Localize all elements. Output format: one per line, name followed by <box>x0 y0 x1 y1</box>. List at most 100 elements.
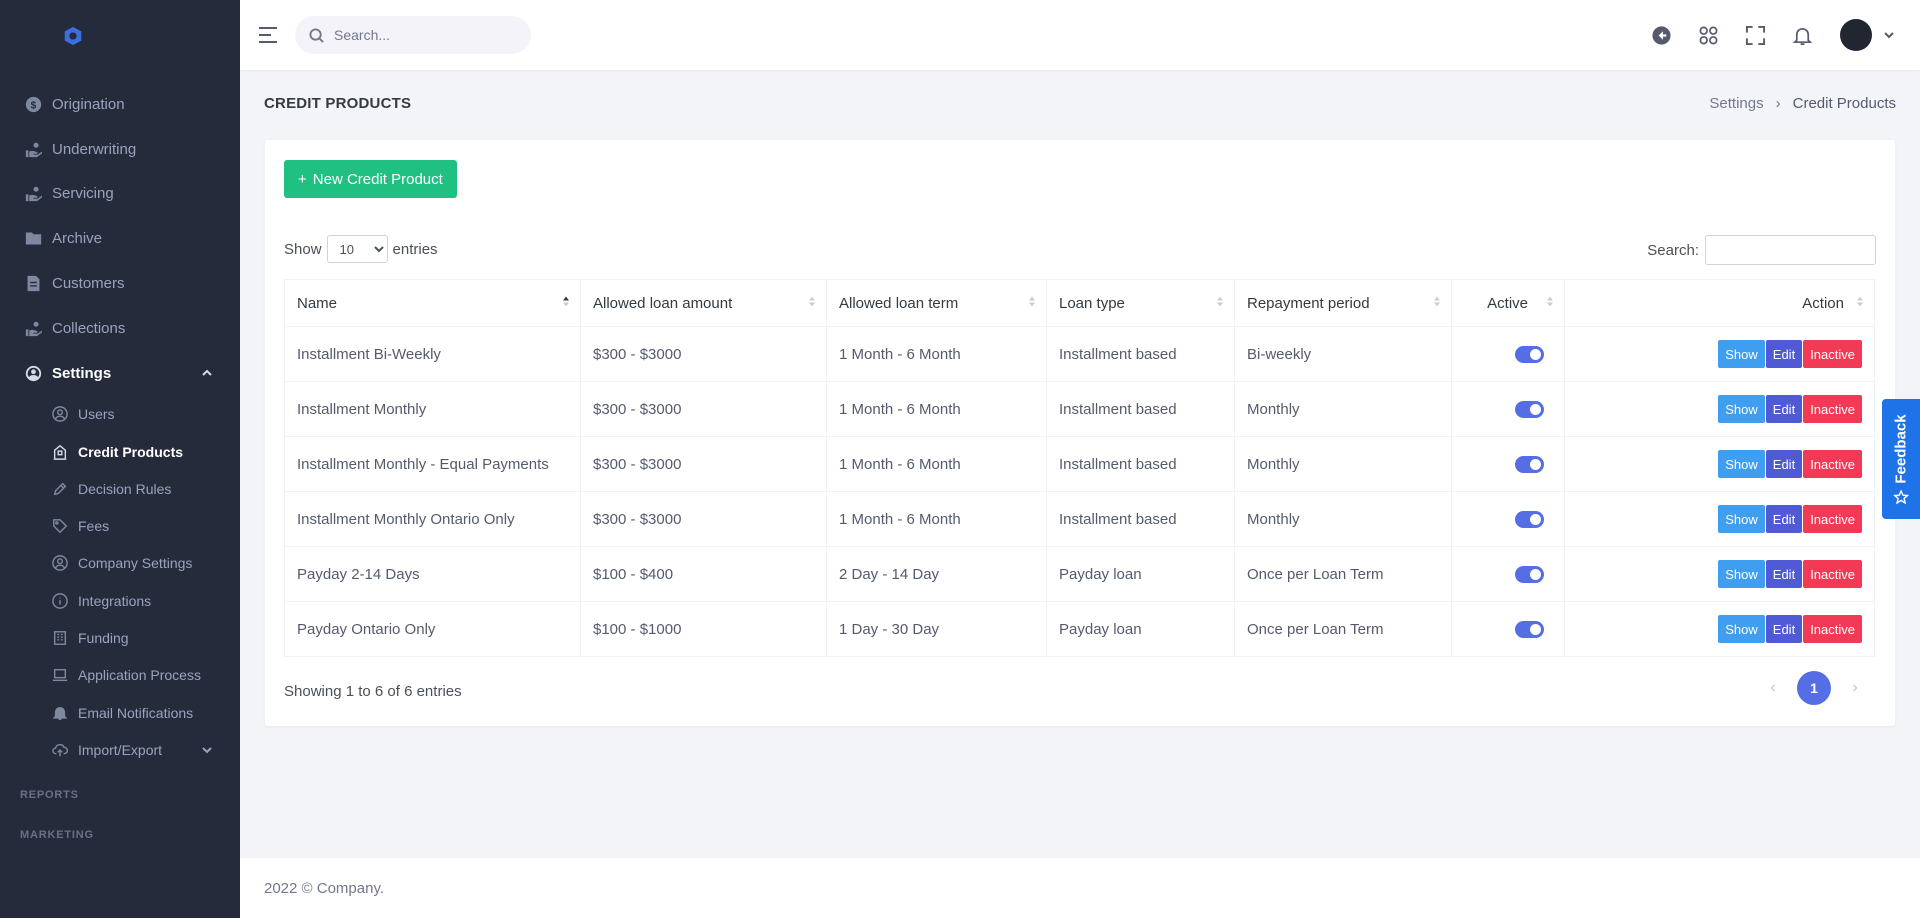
sidebar-subitem-label: Credit Products <box>78 443 184 460</box>
sidebar-item-settings[interactable]: Settings <box>0 351 240 396</box>
sidebar-subitem-credit-products[interactable]: Credit Products <box>0 433 240 470</box>
show-button[interactable]: Show <box>1718 505 1765 533</box>
dollar-circle-icon: $ <box>24 95 42 113</box>
cell-amount: $300 - $3000 <box>580 326 827 382</box>
sidebar-subitem-users[interactable]: Users <box>0 396 240 433</box>
inactive-button[interactable]: Inactive <box>1803 450 1862 478</box>
apps-button[interactable] <box>1685 15 1732 55</box>
menu-toggle-button[interactable] <box>257 24 279 46</box>
column-header-name[interactable]: Name <box>284 279 581 327</box>
cell-active <box>1451 601 1565 657</box>
active-toggle[interactable] <box>1515 620 1544 638</box>
show-button[interactable]: Show <box>1718 560 1765 588</box>
inactive-button[interactable]: Inactive <box>1803 560 1862 588</box>
column-header-term[interactable]: Allowed loan term <box>826 279 1047 327</box>
sidebar-item-label: Origination <box>52 95 125 113</box>
table-info: Showing 1 to 6 of 6 entries <box>284 683 462 700</box>
pagination-page-button[interactable]: 1 <box>1797 671 1831 705</box>
active-toggle[interactable] <box>1515 455 1544 473</box>
logo[interactable] <box>0 0 240 72</box>
cell-term: 2 Day - 14 Day <box>826 546 1047 602</box>
edit-button[interactable]: Edit <box>1765 505 1803 533</box>
sidebar-subitem-application-process[interactable]: Application Process <box>0 657 240 694</box>
breadcrumb-settings[interactable]: Settings <box>1709 95 1763 112</box>
inactive-button[interactable]: Inactive <box>1803 340 1862 368</box>
svg-text:$: $ <box>30 100 36 111</box>
active-toggle[interactable] <box>1515 345 1544 363</box>
column-header-label: Name <box>297 294 338 312</box>
sidebar-subitem-fees[interactable]: Fees <box>0 507 240 544</box>
sidebar-item-label: Servicing <box>52 185 114 203</box>
sort-icon <box>1856 295 1864 312</box>
search-icon <box>309 27 324 43</box>
user-menu[interactable] <box>1840 19 1894 51</box>
cell-amount: $300 - $3000 <box>580 436 827 492</box>
global-search-input[interactable] <box>334 27 514 43</box>
table-search-input[interactable] <box>1705 235 1876 265</box>
edit-button[interactable]: Edit <box>1765 615 1803 643</box>
show-button[interactable]: Show <box>1718 340 1765 368</box>
inactive-button[interactable]: Inactive <box>1803 615 1862 643</box>
inactive-button[interactable]: Inactive <box>1803 505 1862 533</box>
sidebar-item-archive[interactable]: Archive <box>0 216 240 261</box>
edit-button[interactable]: Edit <box>1765 395 1803 423</box>
cell-term: 1 Month - 6 Month <box>826 326 1047 382</box>
column-header-repayment[interactable]: Repayment period <box>1234 279 1452 327</box>
credit-products-table: Name Allowed loan amount Allowed loan te… <box>284 279 1875 657</box>
page-length-select[interactable]: 10 <box>326 235 388 263</box>
show-button[interactable]: Show <box>1718 395 1765 423</box>
sidebar-subitem-email-notifications[interactable]: Email Notifications <box>0 694 240 731</box>
notifications-button[interactable] <box>1779 15 1826 55</box>
cell-term: 1 Month - 6 Month <box>826 491 1047 547</box>
cell-amount: $100 - $400 <box>580 546 827 602</box>
edit-button[interactable]: Edit <box>1765 560 1803 588</box>
column-header-amount[interactable]: Allowed loan amount <box>580 279 827 327</box>
active-toggle[interactable] <box>1515 510 1544 528</box>
sidebar-section-marketing[interactable]: MARKETING <box>0 815 240 855</box>
hamburger-icon <box>259 27 277 43</box>
sidebar-item-collections[interactable]: Collections <box>0 306 240 351</box>
edit-button[interactable]: Edit <box>1765 340 1803 368</box>
cell-active <box>1451 491 1565 547</box>
cell-name: Installment Monthly - Equal Payments <box>284 436 581 492</box>
sidebar-section-reports[interactable]: REPORTS <box>0 775 240 815</box>
inactive-button[interactable]: Inactive <box>1803 395 1862 423</box>
sidebar-item-underwriting[interactable]: Underwriting <box>0 127 240 172</box>
sidebar-item-servicing[interactable]: Servicing <box>0 172 240 217</box>
active-toggle[interactable] <box>1515 565 1544 583</box>
settings-submenu: Users Credit Products Decision Rules Fee… <box>0 396 240 769</box>
sidebar-item-label: Collections <box>52 319 126 337</box>
building-icon <box>51 443 68 460</box>
edit-button[interactable]: Edit <box>1765 450 1803 478</box>
sort-icon <box>1546 295 1554 312</box>
column-header-label: Repayment period <box>1247 294 1370 312</box>
pagination-prev-button[interactable]: ‹ <box>1757 672 1789 704</box>
sidebar-subitem-funding[interactable]: Funding <box>0 619 240 656</box>
sidebar-subitem-integrations[interactable]: Integrations <box>0 582 240 619</box>
show-button[interactable]: Show <box>1718 615 1765 643</box>
cell-loan-type: Installment based <box>1046 436 1235 492</box>
sidebar-item-label: Archive <box>52 230 103 248</box>
new-credit-product-button[interactable]: + New Credit Product <box>284 160 457 198</box>
sidebar-subitem-company-settings[interactable]: Company Settings <box>0 545 240 582</box>
apps-grid-icon <box>1699 26 1718 44</box>
pagination-next-button[interactable]: › <box>1839 672 1871 704</box>
column-header-action[interactable]: Action <box>1564 279 1875 327</box>
sidebar-item-origination[interactable]: $ Origination <box>0 82 240 127</box>
sidebar-item-customers[interactable]: Customers <box>0 261 240 306</box>
sidebar-subitem-decision-rules[interactable]: Decision Rules <box>0 470 240 507</box>
column-header-active[interactable]: Active <box>1451 279 1565 327</box>
sidebar-item-label: Underwriting <box>52 140 137 158</box>
feedback-tab[interactable]: Feedback <box>1882 399 1920 519</box>
table-row: Payday 2-14 Days $100 - $400 2 Day - 14 … <box>284 546 1875 602</box>
show-button[interactable]: Show <box>1718 450 1765 478</box>
active-toggle[interactable] <box>1515 400 1544 418</box>
back-button[interactable] <box>1638 15 1685 55</box>
info-icon <box>51 592 68 609</box>
cell-loan-type: Installment based <box>1046 326 1235 382</box>
fullscreen-button[interactable] <box>1732 15 1779 55</box>
hand-coins-icon <box>24 140 42 158</box>
column-header-loan-type[interactable]: Loan type <box>1046 279 1235 327</box>
topbar-actions <box>1638 15 1894 55</box>
sidebar-subitem-import-export[interactable]: Import/Export <box>0 731 240 768</box>
